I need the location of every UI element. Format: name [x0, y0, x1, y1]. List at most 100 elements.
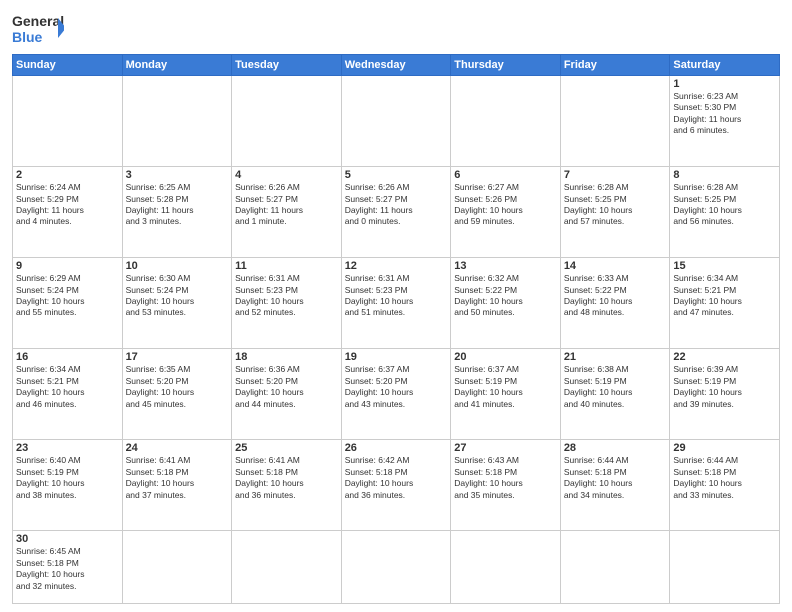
day-info: Sunrise: 6:24 AM Sunset: 5:29 PM Dayligh… — [16, 182, 119, 228]
day-number: 4 — [235, 169, 338, 181]
day-number: 29 — [673, 442, 776, 454]
header: General Blue — [12, 10, 780, 48]
day-info: Sunrise: 6:42 AM Sunset: 5:18 PM Dayligh… — [345, 455, 448, 501]
day-info: Sunrise: 6:44 AM Sunset: 5:18 PM Dayligh… — [673, 455, 776, 501]
weekday-header: Tuesday — [232, 55, 342, 76]
calendar-cell: 17Sunrise: 6:35 AM Sunset: 5:20 PM Dayli… — [122, 349, 232, 440]
day-info: Sunrise: 6:39 AM Sunset: 5:19 PM Dayligh… — [673, 364, 776, 410]
day-info: Sunrise: 6:37 AM Sunset: 5:19 PM Dayligh… — [454, 364, 557, 410]
calendar-table: SundayMondayTuesdayWednesdayThursdayFrid… — [12, 54, 780, 604]
weekday-header: Friday — [560, 55, 670, 76]
calendar-cell — [232, 531, 342, 604]
calendar-header-row: SundayMondayTuesdayWednesdayThursdayFrid… — [13, 55, 780, 76]
calendar-cell — [451, 531, 561, 604]
day-number: 17 — [126, 351, 229, 363]
calendar-cell: 24Sunrise: 6:41 AM Sunset: 5:18 PM Dayli… — [122, 440, 232, 531]
day-info: Sunrise: 6:43 AM Sunset: 5:18 PM Dayligh… — [454, 455, 557, 501]
calendar-cell: 12Sunrise: 6:31 AM Sunset: 5:23 PM Dayli… — [341, 258, 451, 349]
day-number: 14 — [564, 260, 667, 272]
day-info: Sunrise: 6:41 AM Sunset: 5:18 PM Dayligh… — [126, 455, 229, 501]
day-number: 8 — [673, 169, 776, 181]
day-info: Sunrise: 6:44 AM Sunset: 5:18 PM Dayligh… — [564, 455, 667, 501]
day-number: 9 — [16, 260, 119, 272]
day-number: 18 — [235, 351, 338, 363]
day-number: 28 — [564, 442, 667, 454]
logo-icon: General Blue — [12, 10, 64, 48]
calendar-cell: 15Sunrise: 6:34 AM Sunset: 5:21 PM Dayli… — [670, 258, 780, 349]
day-info: Sunrise: 6:33 AM Sunset: 5:22 PM Dayligh… — [564, 273, 667, 319]
weekday-header: Monday — [122, 55, 232, 76]
calendar-week-row: 2Sunrise: 6:24 AM Sunset: 5:29 PM Daylig… — [13, 167, 780, 258]
calendar-cell: 7Sunrise: 6:28 AM Sunset: 5:25 PM Daylig… — [560, 167, 670, 258]
calendar-cell: 10Sunrise: 6:30 AM Sunset: 5:24 PM Dayli… — [122, 258, 232, 349]
calendar-week-row: 30Sunrise: 6:45 AM Sunset: 5:18 PM Dayli… — [13, 531, 780, 604]
day-number: 25 — [235, 442, 338, 454]
day-number: 21 — [564, 351, 667, 363]
calendar-cell: 30Sunrise: 6:45 AM Sunset: 5:18 PM Dayli… — [13, 531, 123, 604]
day-number: 2 — [16, 169, 119, 181]
day-number: 16 — [16, 351, 119, 363]
calendar-cell: 22Sunrise: 6:39 AM Sunset: 5:19 PM Dayli… — [670, 349, 780, 440]
calendar-cell — [560, 531, 670, 604]
calendar-cell: 9Sunrise: 6:29 AM Sunset: 5:24 PM Daylig… — [13, 258, 123, 349]
calendar-cell: 8Sunrise: 6:28 AM Sunset: 5:25 PM Daylig… — [670, 167, 780, 258]
day-info: Sunrise: 6:28 AM Sunset: 5:25 PM Dayligh… — [673, 182, 776, 228]
weekday-header: Wednesday — [341, 55, 451, 76]
day-info: Sunrise: 6:28 AM Sunset: 5:25 PM Dayligh… — [564, 182, 667, 228]
day-number: 26 — [345, 442, 448, 454]
calendar-cell — [341, 76, 451, 167]
calendar-cell: 2Sunrise: 6:24 AM Sunset: 5:29 PM Daylig… — [13, 167, 123, 258]
calendar-cell: 28Sunrise: 6:44 AM Sunset: 5:18 PM Dayli… — [560, 440, 670, 531]
day-info: Sunrise: 6:23 AM Sunset: 5:30 PM Dayligh… — [673, 91, 776, 137]
day-info: Sunrise: 6:25 AM Sunset: 5:28 PM Dayligh… — [126, 182, 229, 228]
day-number: 22 — [673, 351, 776, 363]
calendar-cell — [670, 531, 780, 604]
calendar-cell: 29Sunrise: 6:44 AM Sunset: 5:18 PM Dayli… — [670, 440, 780, 531]
day-info: Sunrise: 6:34 AM Sunset: 5:21 PM Dayligh… — [16, 364, 119, 410]
day-info: Sunrise: 6:36 AM Sunset: 5:20 PM Dayligh… — [235, 364, 338, 410]
calendar-cell: 27Sunrise: 6:43 AM Sunset: 5:18 PM Dayli… — [451, 440, 561, 531]
svg-text:Blue: Blue — [12, 29, 43, 45]
svg-text:General: General — [12, 13, 64, 29]
day-number: 30 — [16, 533, 119, 545]
calendar-cell — [560, 76, 670, 167]
day-info: Sunrise: 6:37 AM Sunset: 5:20 PM Dayligh… — [345, 364, 448, 410]
page: General Blue SundayMondayTuesdayWednesda… — [0, 0, 792, 612]
weekday-header: Thursday — [451, 55, 561, 76]
calendar-cell: 26Sunrise: 6:42 AM Sunset: 5:18 PM Dayli… — [341, 440, 451, 531]
day-info: Sunrise: 6:38 AM Sunset: 5:19 PM Dayligh… — [564, 364, 667, 410]
day-info: Sunrise: 6:40 AM Sunset: 5:19 PM Dayligh… — [16, 455, 119, 501]
day-info: Sunrise: 6:35 AM Sunset: 5:20 PM Dayligh… — [126, 364, 229, 410]
calendar-cell — [451, 76, 561, 167]
day-info: Sunrise: 6:31 AM Sunset: 5:23 PM Dayligh… — [235, 273, 338, 319]
day-info: Sunrise: 6:32 AM Sunset: 5:22 PM Dayligh… — [454, 273, 557, 319]
calendar-cell: 20Sunrise: 6:37 AM Sunset: 5:19 PM Dayli… — [451, 349, 561, 440]
day-info: Sunrise: 6:26 AM Sunset: 5:27 PM Dayligh… — [345, 182, 448, 228]
calendar-week-row: 1Sunrise: 6:23 AM Sunset: 5:30 PM Daylig… — [13, 76, 780, 167]
day-number: 19 — [345, 351, 448, 363]
calendar-cell: 13Sunrise: 6:32 AM Sunset: 5:22 PM Dayli… — [451, 258, 561, 349]
calendar-cell — [232, 76, 342, 167]
day-info: Sunrise: 6:34 AM Sunset: 5:21 PM Dayligh… — [673, 273, 776, 319]
logo: General Blue — [12, 10, 64, 48]
day-number: 6 — [454, 169, 557, 181]
calendar-cell — [13, 76, 123, 167]
day-info: Sunrise: 6:27 AM Sunset: 5:26 PM Dayligh… — [454, 182, 557, 228]
calendar-cell: 21Sunrise: 6:38 AM Sunset: 5:19 PM Dayli… — [560, 349, 670, 440]
day-info: Sunrise: 6:30 AM Sunset: 5:24 PM Dayligh… — [126, 273, 229, 319]
day-number: 23 — [16, 442, 119, 454]
day-info: Sunrise: 6:26 AM Sunset: 5:27 PM Dayligh… — [235, 182, 338, 228]
day-number: 15 — [673, 260, 776, 272]
calendar-cell — [122, 76, 232, 167]
calendar-cell: 19Sunrise: 6:37 AM Sunset: 5:20 PM Dayli… — [341, 349, 451, 440]
day-number: 20 — [454, 351, 557, 363]
day-info: Sunrise: 6:31 AM Sunset: 5:23 PM Dayligh… — [345, 273, 448, 319]
weekday-header: Saturday — [670, 55, 780, 76]
calendar-week-row: 16Sunrise: 6:34 AM Sunset: 5:21 PM Dayli… — [13, 349, 780, 440]
calendar-cell: 14Sunrise: 6:33 AM Sunset: 5:22 PM Dayli… — [560, 258, 670, 349]
day-info: Sunrise: 6:45 AM Sunset: 5:18 PM Dayligh… — [16, 546, 119, 592]
calendar-cell: 3Sunrise: 6:25 AM Sunset: 5:28 PM Daylig… — [122, 167, 232, 258]
calendar-cell — [341, 531, 451, 604]
day-number: 3 — [126, 169, 229, 181]
calendar-cell: 25Sunrise: 6:41 AM Sunset: 5:18 PM Dayli… — [232, 440, 342, 531]
